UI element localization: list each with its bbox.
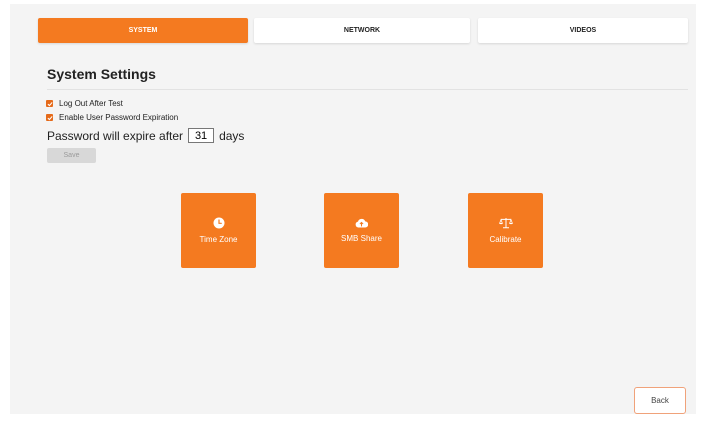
time-zone-label: Time Zone — [199, 235, 238, 244]
tab-network[interactable]: NETWORK — [254, 18, 470, 43]
tab-videos[interactable]: VIDEOS — [478, 18, 688, 43]
expiration-label: Enable User Password Expiration — [59, 113, 179, 122]
settings-app: SYSTEM NETWORK VIDEOS System Settings Lo… — [10, 4, 696, 414]
smb-share-tile[interactable]: SMB Share — [324, 193, 399, 268]
cloud-upload-icon — [355, 218, 368, 228]
check-icon — [47, 115, 53, 120]
expire-suffix: days — [219, 128, 245, 143]
tab-system[interactable]: SYSTEM — [38, 18, 248, 43]
back-button[interactable]: Back — [634, 387, 686, 414]
save-button[interactable]: Save — [47, 148, 96, 163]
divider — [47, 89, 688, 90]
logout-checkbox[interactable] — [46, 100, 53, 107]
calibrate-tile[interactable]: Calibrate — [468, 193, 543, 268]
clock-icon — [213, 217, 224, 229]
expire-row: Password will expire after days — [47, 128, 244, 143]
expire-prefix: Password will expire after — [47, 128, 184, 143]
expiration-option: Enable User Password Expiration — [46, 113, 178, 122]
tab-bar: SYSTEM NETWORK VIDEOS — [38, 18, 688, 43]
logout-option: Log Out After Test — [46, 99, 123, 108]
expire-days-input[interactable] — [188, 128, 215, 143]
logout-label: Log Out After Test — [59, 99, 123, 108]
expiration-checkbox[interactable] — [46, 114, 53, 121]
page-title: System Settings — [47, 66, 156, 82]
check-icon — [47, 101, 53, 106]
scale-icon — [498, 218, 513, 229]
smb-share-label: SMB Share — [341, 234, 382, 243]
time-zone-tile[interactable]: Time Zone — [181, 193, 256, 268]
calibrate-label: Calibrate — [489, 235, 522, 244]
